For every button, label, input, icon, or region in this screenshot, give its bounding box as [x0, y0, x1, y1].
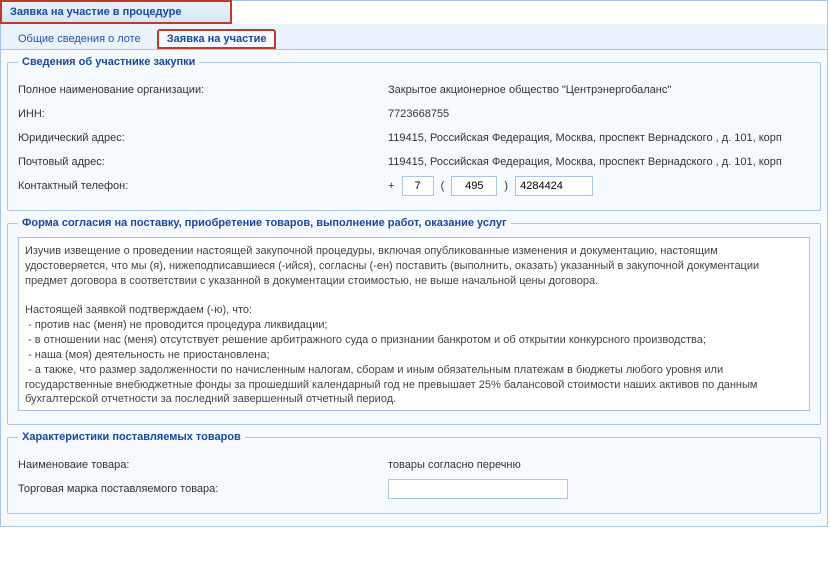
participant-fullname-label: Полное наименование организации: — [18, 84, 388, 96]
goods-brand-input[interactable] — [388, 479, 568, 499]
participant-fieldset: Сведения об участнике закупки Полное наи… — [7, 56, 821, 211]
goods-brand-label: Торговая марка поставляемого товара: — [18, 483, 388, 495]
phone-plus-symbol: + — [388, 180, 394, 192]
participant-postal-addr-value: 119415, Российская Федерация, Москва, пр… — [388, 156, 810, 168]
participant-inn-value: 7723668755 — [388, 108, 810, 120]
consent-textarea[interactable] — [18, 237, 810, 411]
phone-paren-close: ) — [504, 180, 508, 192]
participant-legal-addr-value: 119415, Российская Федерация, Москва, пр… — [388, 132, 810, 144]
consent-fieldset: Форма согласия на поставку, приобретение… — [7, 217, 821, 425]
phone-paren-open: ( — [441, 180, 445, 192]
goods-fieldset: Характеристики поставляемых товаров Наим… — [7, 431, 821, 514]
tabs-row: Общие сведения о лоте Заявка на участие — [1, 24, 827, 50]
participant-legal-addr-label: Юридический адрес: — [18, 132, 388, 144]
participant-phone-group: + ( ) — [388, 176, 810, 196]
panel-title: Заявка на участие в процедуре — [0, 0, 232, 24]
participant-postal-addr-label: Почтовый адрес: — [18, 156, 388, 168]
tab-application[interactable]: Заявка на участие — [157, 29, 277, 49]
participant-phone-label: Контактный телефон: — [18, 180, 388, 192]
phone-area-input[interactable] — [451, 176, 497, 196]
main-panel: Заявка на участие в процедуре Общие свед… — [0, 0, 828, 527]
panel-body: Сведения об участнике закупки Полное наи… — [1, 50, 827, 526]
goods-brand-value — [388, 479, 810, 499]
participant-legend: Сведения об участнике закупки — [18, 56, 199, 68]
goods-name-label: Наименоваие товара: — [18, 459, 388, 471]
participant-fullname-value: Закрытое акционерное общество "Центрэнер… — [388, 84, 810, 96]
goods-legend: Характеристики поставляемых товаров — [18, 431, 245, 443]
phone-number-input[interactable] — [515, 176, 593, 196]
participant-inn-label: ИНН: — [18, 108, 388, 120]
tab-general-info[interactable]: Общие сведения о лоте — [7, 28, 152, 49]
consent-legend: Форма согласия на поставку, приобретение… — [18, 217, 511, 229]
phone-country-input[interactable] — [402, 176, 434, 196]
goods-name-value: товары согласно перечню — [388, 459, 810, 471]
